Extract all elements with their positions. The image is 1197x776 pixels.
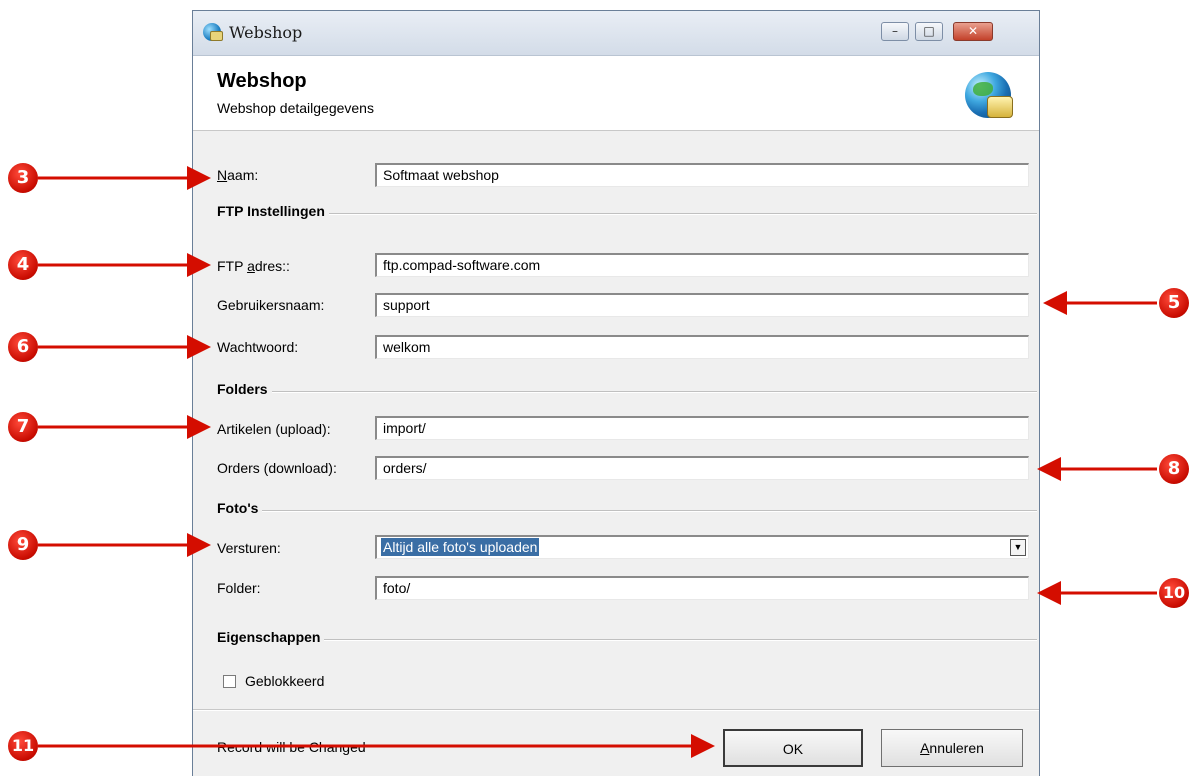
section-divider bbox=[217, 213, 1037, 215]
gebruikersnaam-label: Gebruikersnaam: bbox=[217, 297, 325, 313]
versturen-label: Versturen: bbox=[217, 540, 281, 556]
folders-section-header: Folders bbox=[217, 381, 1037, 401]
annotation-badge-7: 7 bbox=[8, 412, 38, 442]
globe-icon bbox=[965, 72, 1013, 118]
ftp-adres-label: FTP adres:: bbox=[217, 258, 290, 274]
section-divider bbox=[217, 391, 1037, 393]
versturen-selected-value: Altijd alle foto's uploaden bbox=[381, 538, 540, 556]
header-subtitle: Webshop detailgegevens bbox=[217, 100, 374, 116]
orders-label: Orders (download): bbox=[217, 460, 337, 476]
webshop-dialog: Webshop – □ ✕ Webshop Webshop detailgege… bbox=[192, 10, 1040, 776]
section-divider bbox=[217, 510, 1037, 512]
webshop-app-icon bbox=[203, 23, 223, 41]
folder-input[interactable]: foto/ bbox=[375, 576, 1029, 600]
annotation-badge-5: 5 bbox=[1159, 288, 1189, 318]
screenshot-stage: Webshop – □ ✕ Webshop Webshop detailgege… bbox=[0, 0, 1197, 776]
folder-label: Folder: bbox=[217, 580, 261, 596]
annotation-badge-10: 10 bbox=[1159, 578, 1189, 608]
annuleren-button[interactable]: Annuleren bbox=[881, 729, 1023, 767]
section-divider bbox=[217, 639, 1037, 641]
section-title: Foto's bbox=[217, 500, 263, 516]
orders-input[interactable]: orders/ bbox=[375, 456, 1029, 480]
footer-divider bbox=[193, 709, 1039, 711]
versturen-select[interactable]: Altijd alle foto's uploaden ▼ bbox=[375, 535, 1029, 559]
minimize-button[interactable]: – bbox=[881, 22, 909, 41]
annotation-badge-6: 6 bbox=[8, 332, 38, 362]
status-text: Record will be Changed bbox=[217, 739, 366, 755]
title-bar[interactable]: Webshop – □ ✕ bbox=[193, 11, 1039, 56]
ftp-section-header: FTP Instellingen bbox=[217, 203, 1037, 223]
window-title: Webshop bbox=[229, 23, 303, 42]
artikelen-input[interactable]: import/ bbox=[375, 416, 1029, 440]
section-title: Folders bbox=[217, 381, 272, 397]
close-button[interactable]: ✕ bbox=[953, 22, 993, 41]
dropdown-arrow-icon[interactable]: ▼ bbox=[1010, 539, 1026, 556]
annotation-badge-4: 4 bbox=[8, 250, 38, 280]
maximize-button[interactable]: □ bbox=[915, 22, 943, 41]
annotation-badge-9: 9 bbox=[8, 530, 38, 560]
wachtwoord-label: Wachtwoord: bbox=[217, 339, 299, 355]
wachtwoord-input[interactable]: welkom bbox=[375, 335, 1029, 359]
annotation-badge-3: 3 bbox=[8, 163, 38, 193]
geblokkeerd-label[interactable]: Geblokkeerd bbox=[245, 673, 324, 689]
fotos-section-header: Foto's bbox=[217, 500, 1037, 520]
annotation-badge-11: 11 bbox=[8, 731, 38, 761]
naam-label: Naam: bbox=[217, 167, 259, 183]
dialog-header: Webshop Webshop detailgegevens bbox=[193, 56, 1039, 131]
ftp-adres-input[interactable]: ftp.compad-software.com bbox=[375, 253, 1029, 277]
naam-input[interactable]: Softmaat webshop bbox=[375, 163, 1029, 187]
annotation-badge-8: 8 bbox=[1159, 454, 1189, 484]
header-title: Webshop bbox=[217, 70, 307, 92]
artikelen-label: Artikelen (upload): bbox=[217, 421, 331, 437]
geblokkeerd-checkbox[interactable] bbox=[223, 675, 236, 688]
section-title: FTP Instellingen bbox=[217, 203, 329, 219]
ok-button[interactable]: OK bbox=[723, 729, 863, 767]
eigenschappen-section-header: Eigenschappen bbox=[217, 629, 1037, 649]
gebruikersnaam-input[interactable]: support bbox=[375, 293, 1029, 317]
section-title: Eigenschappen bbox=[217, 629, 325, 645]
